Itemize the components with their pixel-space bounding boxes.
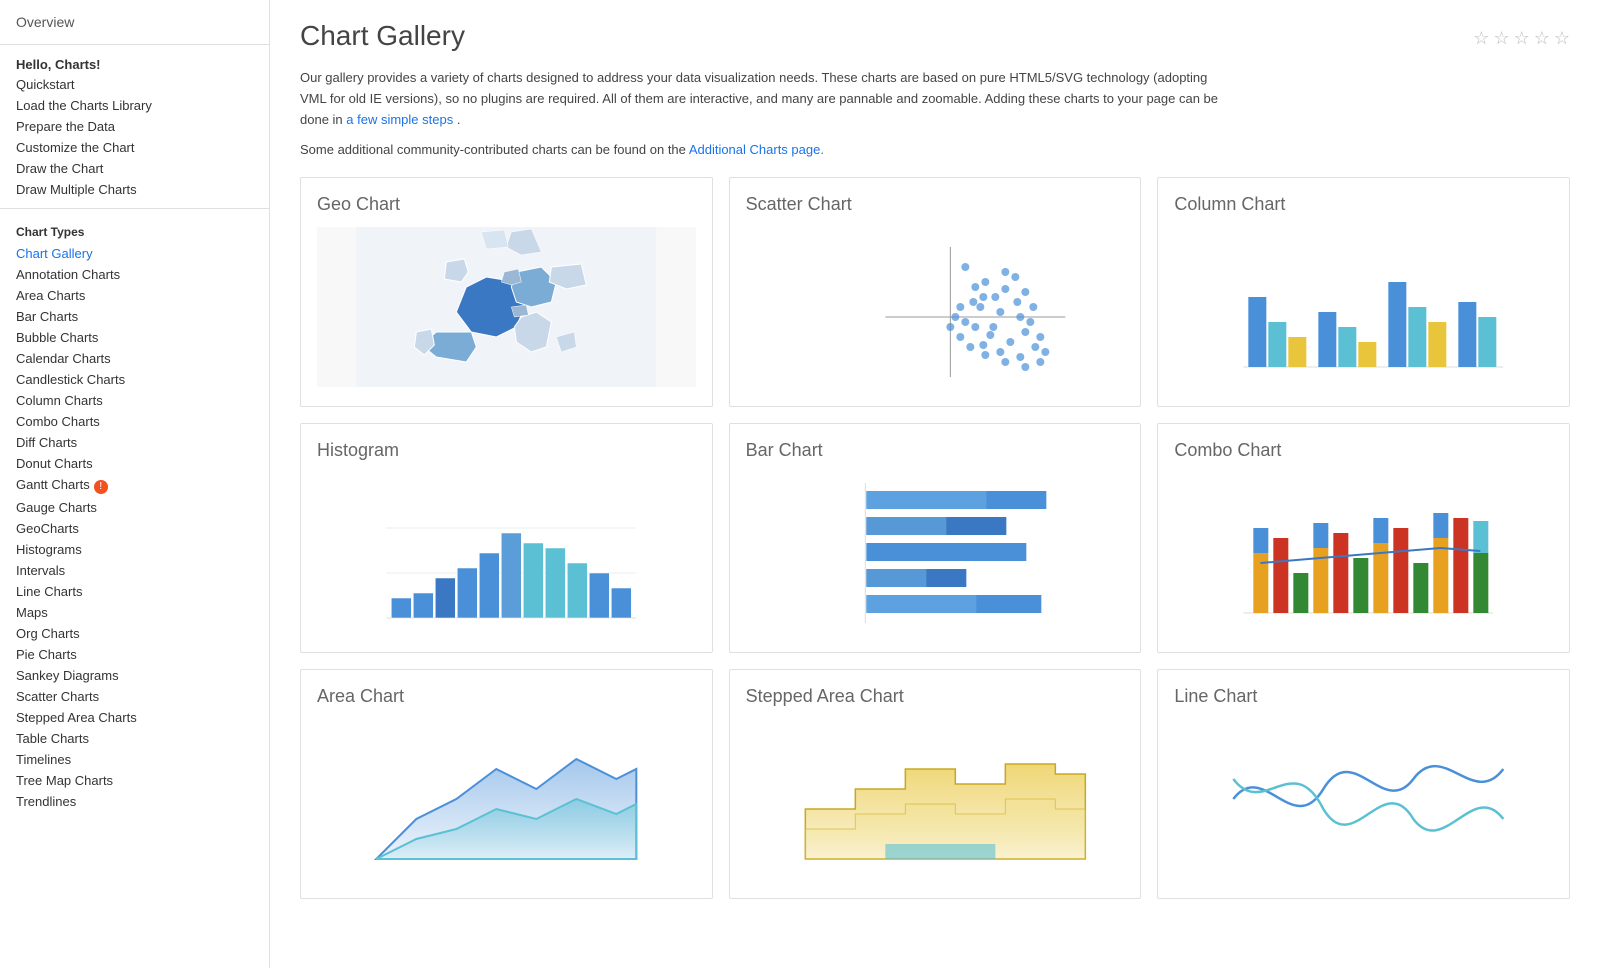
sidebar-chart-type-link[interactable]: Donut Charts xyxy=(0,453,269,474)
sidebar-chart-type-link[interactable]: Pie Charts xyxy=(0,644,269,665)
chart-visual-histogram xyxy=(317,473,696,633)
sidebar-chart-type-link[interactable]: Trendlines xyxy=(0,791,269,812)
sidebar-chart-type-link[interactable]: Column Charts xyxy=(0,390,269,411)
chart-card-line[interactable]: Line Chart xyxy=(1157,669,1570,899)
chart-visual-line xyxy=(1174,719,1553,879)
sidebar-link[interactable]: Draw the Chart xyxy=(0,158,269,179)
chart-card-area[interactable]: Area Chart xyxy=(300,669,713,899)
chart-visual-area xyxy=(317,719,696,879)
sidebar-link[interactable]: Quickstart xyxy=(0,74,269,95)
sidebar-link[interactable]: Load the Charts Library xyxy=(0,95,269,116)
sidebar-chart-type-link[interactable]: Intervals xyxy=(0,560,269,581)
sidebar-chart-type-link[interactable]: Maps xyxy=(0,602,269,623)
sidebar-chart-type-link[interactable]: Sankey Diagrams xyxy=(0,665,269,686)
description-text-1-end: . xyxy=(457,112,461,127)
chart-card-geo[interactable]: Geo Chart xyxy=(300,177,713,407)
sidebar: Overview Hello, Charts! QuickstartLoad t… xyxy=(0,0,270,968)
sidebar-hello: Hello, Charts! xyxy=(0,45,269,74)
chart-card-scatter[interactable]: Scatter Chart xyxy=(729,177,1142,407)
chart-types-heading: Chart Types xyxy=(0,217,269,243)
star-2[interactable]: ☆ xyxy=(1493,28,1509,49)
sidebar-chart-type-link[interactable]: Bar Charts xyxy=(0,306,269,327)
sidebar-chart-type-link[interactable]: Table Charts xyxy=(0,728,269,749)
chart-card-title: Bar Chart xyxy=(746,440,1125,461)
chart-card-title: Histogram xyxy=(317,440,696,461)
chart-visual-stepped-area xyxy=(746,719,1125,879)
simple-steps-link[interactable]: a few simple steps xyxy=(346,112,453,127)
chart-card-title: Column Chart xyxy=(1174,194,1553,215)
sidebar-chart-type-link[interactable]: Stepped Area Charts xyxy=(0,707,269,728)
chart-visual-combo xyxy=(1174,473,1553,633)
star-rating[interactable]: ☆ ☆ ☆ ☆ ☆ xyxy=(1473,20,1570,49)
chart-visual-column xyxy=(1174,227,1553,387)
chart-card-title: Stepped Area Chart xyxy=(746,686,1125,707)
chart-card-histogram[interactable]: Histogram xyxy=(300,423,713,653)
chart-card-title: Area Chart xyxy=(317,686,696,707)
chart-card-combo[interactable]: Combo Chart xyxy=(1157,423,1570,653)
star-4[interactable]: ☆ xyxy=(1534,28,1550,49)
community-note: Some additional community-contributed ch… xyxy=(300,142,1570,157)
sidebar-overview-item[interactable]: Overview xyxy=(0,0,269,45)
chart-card-title: Scatter Chart xyxy=(746,194,1125,215)
sidebar-chart-type-link[interactable]: Combo Charts xyxy=(0,411,269,432)
sidebar-chart-type-link[interactable]: Calendar Charts xyxy=(0,348,269,369)
sidebar-chart-type-link[interactable]: Timelines xyxy=(0,749,269,770)
sidebar-chart-type-link[interactable]: Candlestick Charts xyxy=(0,369,269,390)
sidebar-chart-type-link[interactable]: Line Charts xyxy=(0,581,269,602)
chart-grid: Geo Chart Scatter Cha xyxy=(300,177,1570,899)
chart-card-title: Line Chart xyxy=(1174,686,1553,707)
sidebar-link[interactable]: Prepare the Data xyxy=(0,116,269,137)
star-1[interactable]: ☆ xyxy=(1473,28,1489,49)
chart-visual-scatter xyxy=(746,227,1125,387)
chart-visual-geo xyxy=(317,227,696,387)
sidebar-chart-type-link[interactable]: Bubble Charts xyxy=(0,327,269,348)
chart-card-bar[interactable]: Bar Chart xyxy=(729,423,1142,653)
page-header: Chart Gallery ☆ ☆ ☆ ☆ ☆ xyxy=(300,20,1570,52)
star-3[interactable]: ☆ xyxy=(1514,28,1530,49)
sidebar-chart-type-link[interactable]: Histograms xyxy=(0,539,269,560)
sidebar-chart-type-link[interactable]: Gauge Charts xyxy=(0,497,269,518)
star-5[interactable]: ☆ xyxy=(1554,28,1570,49)
sidebar-chart-type-link[interactable]: Annotation Charts xyxy=(0,264,269,285)
chart-visual-bar xyxy=(746,473,1125,633)
sidebar-chart-type-link[interactable]: Org Charts xyxy=(0,623,269,644)
community-note-text: Some additional community-contributed ch… xyxy=(300,142,686,157)
additional-charts-link[interactable]: Additional Charts page. xyxy=(689,142,824,157)
overview-label: Overview xyxy=(16,14,74,30)
sidebar-chart-type-link[interactable]: Tree Map Charts xyxy=(0,770,269,791)
page-title: Chart Gallery xyxy=(300,20,465,52)
chart-card-title: Geo Chart xyxy=(317,194,696,215)
chart-card-stepped-area[interactable]: Stepped Area Chart xyxy=(729,669,1142,899)
sidebar-chart-type-link[interactable]: GeoCharts xyxy=(0,518,269,539)
sidebar-link[interactable]: Customize the Chart xyxy=(0,137,269,158)
sidebar-chart-type-link[interactable]: Scatter Charts xyxy=(0,686,269,707)
sidebar-chart-type-link[interactable]: Chart Gallery xyxy=(0,243,269,264)
sidebar-divider xyxy=(0,208,269,209)
sidebar-chart-type-link[interactable]: Area Charts xyxy=(0,285,269,306)
main-description: Our gallery provides a variety of charts… xyxy=(300,68,1220,130)
sidebar-chart-type-link[interactable]: Gantt Charts! xyxy=(0,474,269,497)
main-content: Chart Gallery ☆ ☆ ☆ ☆ ☆ Our gallery prov… xyxy=(270,0,1600,968)
sidebar-chart-type-link[interactable]: Diff Charts xyxy=(0,432,269,453)
sidebar-chart-types: Chart GalleryAnnotation ChartsArea Chart… xyxy=(0,243,269,812)
chart-card-column[interactable]: Column Chart xyxy=(1157,177,1570,407)
sidebar-link[interactable]: Draw Multiple Charts xyxy=(0,179,269,200)
chart-card-title: Combo Chart xyxy=(1174,440,1553,461)
sidebar-links: QuickstartLoad the Charts LibraryPrepare… xyxy=(0,74,269,200)
new-badge: ! xyxy=(94,480,108,494)
